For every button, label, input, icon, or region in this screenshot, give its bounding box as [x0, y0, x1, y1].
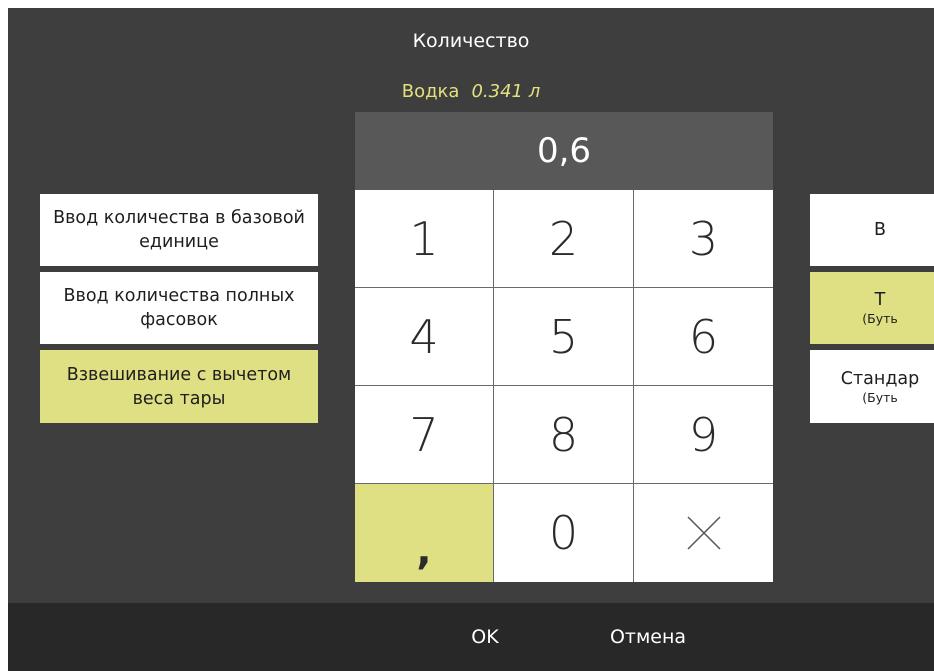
key-2[interactable]: 2 — [494, 190, 634, 288]
dialog-title: Количество — [412, 30, 530, 52]
right-option-2-button[interactable]: Т (Буть — [810, 272, 934, 344]
key-7[interactable]: 7 — [355, 386, 494, 484]
right-option-2-label: Т — [874, 290, 886, 310]
product-name: Водка — [401, 81, 460, 102]
key-5[interactable]: 5 — [494, 288, 634, 386]
key-6[interactable]: 6 — [634, 288, 773, 386]
dialog-footer: OK Отмена — [8, 603, 934, 671]
option-tare-weighing-button[interactable]: Взвешивание с вычетом веса тары — [40, 350, 318, 423]
key-1[interactable]: 1 — [355, 190, 494, 288]
key-9[interactable]: 9 — [634, 386, 773, 484]
right-option-3-label: Стандар — [840, 368, 920, 389]
product-info: Водка 0.341 л — [8, 81, 934, 102]
option-base-unit-button[interactable]: Ввод количества в базовой единице — [40, 194, 318, 266]
key-8[interactable]: 8 — [494, 386, 634, 484]
right-option-2-sublabel: (Буть — [862, 311, 898, 326]
key-3[interactable]: 3 — [634, 190, 773, 288]
quantity-dialog: Количество Водка 0.341 л 0,6 1 2 3 4 5 6 … — [8, 8, 934, 671]
numeric-keypad: 1 2 3 4 5 6 7 8 9 , 0 — [355, 190, 773, 582]
clear-button[interactable] — [634, 484, 773, 582]
key-4[interactable]: 4 — [355, 288, 494, 386]
right-option-1-button[interactable]: В — [810, 194, 934, 266]
right-option-1-label: В — [873, 220, 886, 240]
product-quantity: 0.341 л — [471, 81, 541, 102]
option-full-packs-button[interactable]: Ввод количества полных фасовок — [40, 272, 318, 344]
cancel-button[interactable]: Отмена — [588, 603, 708, 671]
right-option-3-button[interactable]: Стандар (Буть — [810, 350, 934, 423]
key-comma[interactable]: , — [355, 484, 494, 582]
quantity-display: 0,6 — [355, 112, 773, 190]
key-0[interactable]: 0 — [494, 484, 634, 582]
close-icon — [686, 516, 721, 550]
right-option-3-sublabel: (Буть — [862, 389, 898, 405]
ok-button[interactable]: OK — [445, 603, 525, 671]
